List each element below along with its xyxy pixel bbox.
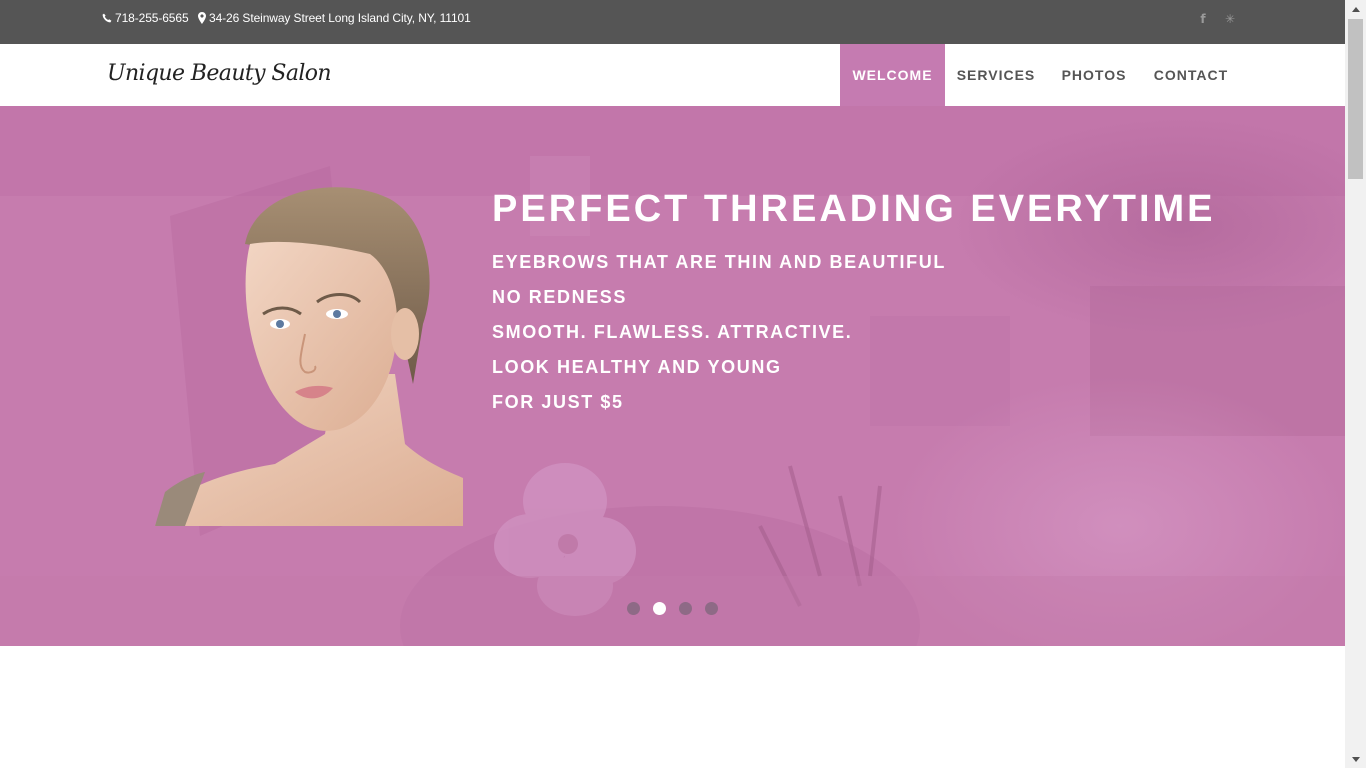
nav-photos[interactable]: PHOTOS: [1056, 44, 1132, 106]
slider-dot-4[interactable]: [705, 602, 718, 615]
yelp-icon[interactable]: ✳: [1223, 12, 1237, 26]
hero-line: NO REDNESS: [492, 287, 628, 307]
nav-welcome[interactable]: WELCOME: [840, 44, 945, 106]
scrollbar-thumb[interactable]: [1348, 19, 1363, 179]
phone-contact[interactable]: 718-255-6565: [102, 11, 189, 25]
phone-number: 718-255-6565: [115, 11, 189, 25]
site-logo[interactable]: Unique Beauty Salon: [107, 61, 332, 86]
address-text: 34-26 Steinway Street Long Island City, …: [209, 11, 471, 25]
top-bar: 718-255-6565 34-26 Steinway Street Long …: [0, 0, 1345, 44]
nav-services[interactable]: SERVICES: [952, 44, 1040, 106]
site-header: Unique Beauty Salon WELCOME SERVICES PHO…: [0, 44, 1345, 106]
scroll-down-arrow-icon[interactable]: [1345, 750, 1366, 768]
woman-portrait-image: [155, 187, 463, 526]
page: 718-255-6565 34-26 Steinway Street Long …: [0, 0, 1345, 768]
hero-line: EYEBROWS THAT ARE THIN AND BEAUTIFUL: [492, 252, 946, 272]
scroll-up-arrow-icon[interactable]: [1345, 0, 1366, 18]
content-area: [0, 646, 1345, 768]
address-contact[interactable]: 34-26 Steinway Street Long Island City, …: [198, 11, 471, 25]
hero-line: SMOOTH. FLAWLESS. ATTRACTIVE.: [492, 322, 853, 342]
hero-line: FOR JUST $5: [492, 392, 624, 412]
slider-dot-2[interactable]: [653, 602, 666, 615]
slider-dot-3[interactable]: [679, 602, 692, 615]
slider-dot-1[interactable]: [627, 602, 640, 615]
slider-pagination: [627, 602, 731, 616]
map-marker-icon: [198, 12, 206, 24]
hero-title: PERFECT THREADING EVERYTIME: [492, 188, 1216, 230]
facebook-icon[interactable]: f: [1196, 12, 1210, 26]
hero-line: LOOK HEALTHY AND YOUNG: [492, 357, 782, 377]
phone-icon: [102, 13, 112, 23]
vertical-scrollbar[interactable]: [1345, 0, 1366, 768]
hero-slider: PERFECT THREADING EVERYTIME EYEBROWS THA…: [0, 106, 1345, 646]
nav-contact[interactable]: CONTACT: [1148, 44, 1234, 106]
